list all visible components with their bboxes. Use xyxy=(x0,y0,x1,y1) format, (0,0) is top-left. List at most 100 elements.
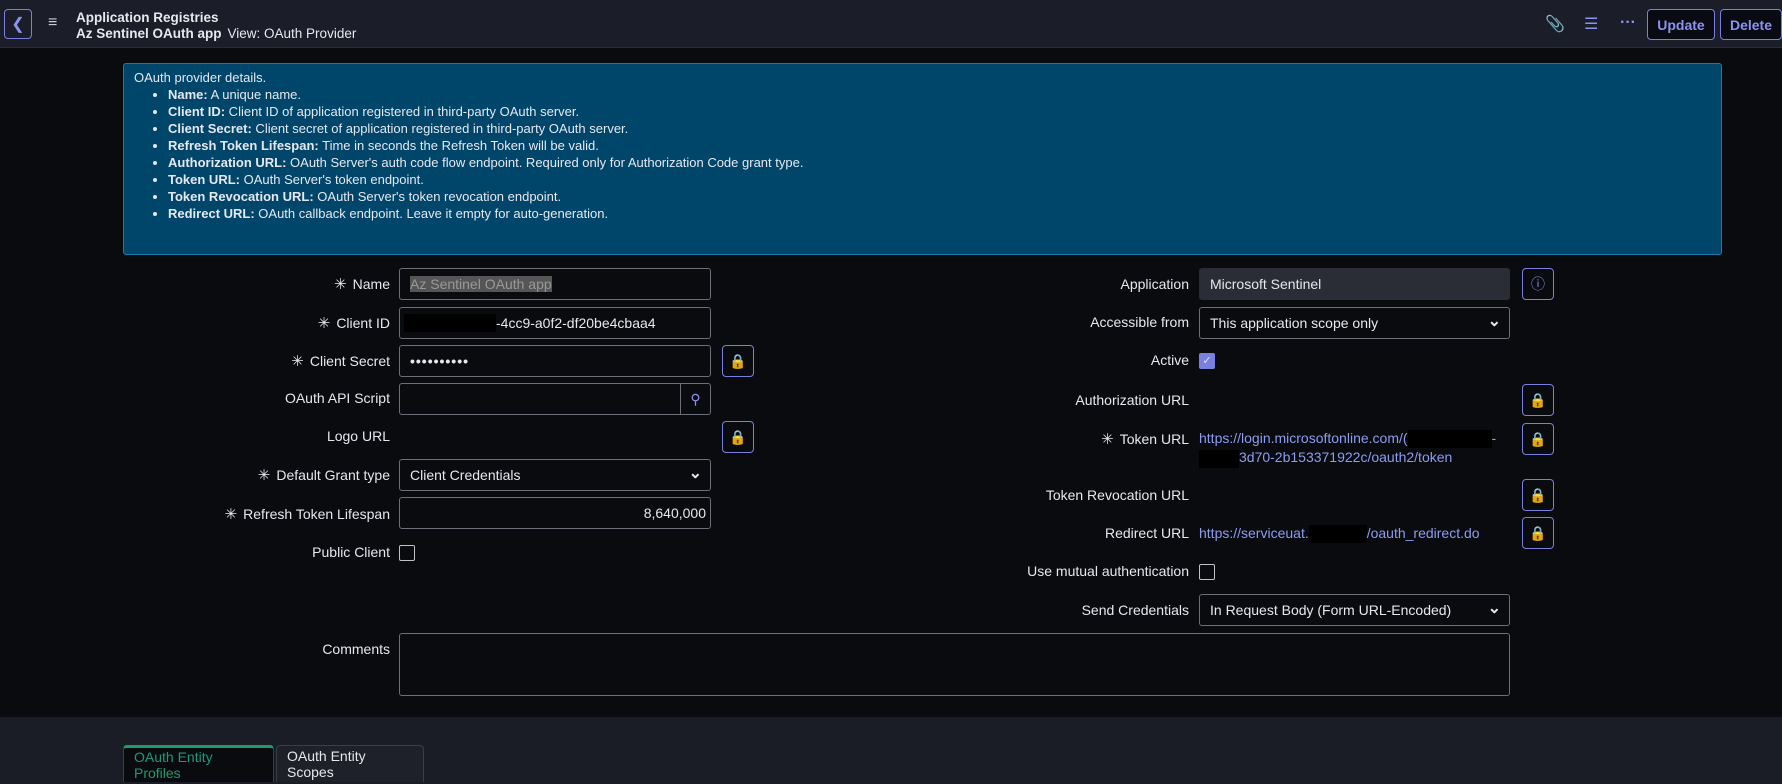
related-lists: OAuth Entity Profiles OAuth Entity Scope… xyxy=(0,717,1782,784)
info-item: Token Revocation URL: OAuth Server's tok… xyxy=(168,188,1711,205)
accessible-from-value: This application scope only xyxy=(1210,315,1379,331)
comments-textarea[interactable] xyxy=(399,633,1510,696)
accessible-from-select[interactable]: This application scope only xyxy=(1199,307,1510,339)
label-text: Name xyxy=(352,276,390,292)
client-id-label: ✳ Client ID xyxy=(150,314,390,332)
info-desc: OAuth callback endpoint. Leave it empty … xyxy=(254,206,609,221)
name-input[interactable]: Az Sentinel OAuth app xyxy=(399,268,711,300)
lock-icon[interactable]: 🔒 xyxy=(1522,517,1554,549)
grant-type-value: Client Credentials xyxy=(410,467,521,483)
refresh-lifespan-input[interactable]: 8,640,000 xyxy=(399,497,711,529)
breadcrumb: Application Registries xyxy=(76,10,219,25)
logo-url-label: Logo URL xyxy=(326,428,390,444)
required-icon: ✳ xyxy=(224,506,238,523)
token-url-text: - xyxy=(1491,430,1497,446)
send-credentials-label: Send Credentials xyxy=(1081,602,1189,618)
hamburger-menu-icon[interactable]: ≡ xyxy=(48,14,57,32)
mutual-auth-label: Use mutual authentication xyxy=(1027,563,1189,579)
update-button[interactable]: Update xyxy=(1647,9,1715,40)
send-credentials-select[interactable]: In Request Body (Form URL-Encoded) xyxy=(1199,594,1510,626)
info-desc: OAuth Server's auth code flow endpoint. … xyxy=(286,155,804,170)
client-id-value: -4cc9-a0f2-df20be4cbaa4 xyxy=(496,315,656,331)
lock-icon[interactable]: 🔒 xyxy=(1522,423,1554,455)
delete-button[interactable]: Delete xyxy=(1720,9,1782,40)
info-icon[interactable]: ⓘ xyxy=(1522,268,1554,300)
accessible-from-label: Accessible from xyxy=(1090,314,1189,330)
required-icon: ✳ xyxy=(334,276,347,293)
info-item: Token URL: OAuth Server's token endpoint… xyxy=(168,171,1711,188)
info-desc: Time in seconds the Refresh Token will b… xyxy=(318,138,599,153)
info-desc: OAuth Server's token revocation endpoint… xyxy=(313,189,562,204)
info-item: Client Secret: Client secret of applicat… xyxy=(168,120,1711,137)
redirect-url-link[interactable]: https://serviceuat. /oauth_redirect.do xyxy=(1199,524,1480,544)
tab-oauth-entity-scopes[interactable]: OAuth Entity Scopes xyxy=(276,745,424,782)
label-text: Refresh Token Lifespan xyxy=(243,506,390,522)
info-term: Client ID: xyxy=(168,104,226,119)
info-desc: A unique name. xyxy=(207,87,301,102)
info-item: Authorization URL: OAuth Server's auth c… xyxy=(168,154,1711,171)
client-secret-input[interactable]: •••••••••• xyxy=(399,345,711,377)
client-secret-label: ✳ Client Secret xyxy=(150,352,390,370)
back-button[interactable]: ❮ xyxy=(4,9,32,39)
api-script-input[interactable] xyxy=(399,383,711,415)
info-item: Name: A unique name. xyxy=(168,86,1711,103)
view-label: View: OAuth Provider xyxy=(227,26,357,41)
label-text: Default Grant type xyxy=(276,467,390,483)
send-credentials-value: In Request Body (Form URL-Encoded) xyxy=(1210,602,1452,618)
name-label: ✳ Name xyxy=(150,275,390,293)
token-url-label: ✳ Token URL xyxy=(900,430,1189,448)
comments-label: Comments xyxy=(322,641,390,657)
info-item: Refresh Token Lifespan: Time in seconds … xyxy=(168,137,1711,154)
lock-icon[interactable]: 🔒 xyxy=(1522,479,1554,511)
redirect-url-text: https://serviceuat. xyxy=(1199,525,1309,541)
token-url-text: 3d70-2b153371922c/oauth2/token xyxy=(1239,449,1453,466)
public-client-label: Public Client xyxy=(312,544,390,560)
info-item: Client ID: Client ID of application regi… xyxy=(168,103,1711,120)
token-revocation-url-label: Token Revocation URL xyxy=(1045,487,1189,503)
record-name: Az Sentinel OAuth app xyxy=(76,26,222,41)
lock-icon[interactable]: 🔒 xyxy=(722,421,754,453)
paperclip-icon[interactable]: 📎 xyxy=(1545,14,1565,34)
redirect-url-label: Redirect URL xyxy=(1104,525,1189,541)
required-icon: ✳ xyxy=(257,467,271,484)
active-checkbox[interactable]: ✓ xyxy=(1199,353,1215,369)
required-icon: ✳ xyxy=(1101,431,1114,448)
application-label: Application xyxy=(1120,276,1190,292)
client-id-input[interactable]: -4cc9-a0f2-df20be4cbaa4 xyxy=(399,307,711,339)
redacted-block xyxy=(1407,430,1492,449)
redacted-block xyxy=(404,314,496,332)
chevron-left-icon: ❮ xyxy=(11,16,25,33)
info-term: Token URL: xyxy=(168,172,240,187)
public-client-checkbox[interactable] xyxy=(399,545,415,561)
info-term: Refresh Token Lifespan: xyxy=(168,138,319,153)
info-desc: OAuth Server's token endpoint. xyxy=(239,172,424,187)
redacted-block xyxy=(1199,449,1239,468)
search-icon[interactable]: ⚲ xyxy=(680,384,710,414)
redirect-url-text: /oauth_redirect.do xyxy=(1366,525,1480,541)
label-text: Token URL xyxy=(1119,431,1189,447)
lock-icon[interactable]: 🔒 xyxy=(1522,384,1554,416)
info-term: Name: xyxy=(168,87,208,102)
lock-icon[interactable]: 🔒 xyxy=(722,345,754,377)
grant-type-select[interactable]: Client Credentials xyxy=(399,459,711,491)
active-label: Active xyxy=(1150,352,1189,368)
mutual-auth-checkbox[interactable] xyxy=(1199,564,1215,580)
form-header: ❮ ≡ Application Registries Az Sentinel O… xyxy=(0,0,1782,48)
more-options-icon[interactable]: ··· xyxy=(1620,14,1636,32)
label-text: Client Secret xyxy=(309,353,390,369)
token-url-text: https://login.microsoftonline.com/( xyxy=(1199,430,1408,446)
info-item: Redirect URL: OAuth callback endpoint. L… xyxy=(168,205,1711,222)
info-intro: OAuth provider details. xyxy=(134,70,267,85)
token-url-link[interactable]: https://login.microsoftonline.com/( - 3d70… xyxy=(1199,429,1509,468)
refresh-lifespan-label: ✳ Refresh Token Lifespan xyxy=(150,505,390,523)
tab-oauth-entity-profiles[interactable]: OAuth Entity Profiles xyxy=(123,745,274,782)
required-icon: ✳ xyxy=(317,315,331,332)
api-script-label: OAuth API Script xyxy=(284,390,390,406)
info-desc: Client ID of application registered in t… xyxy=(225,104,580,119)
label-text: Client ID xyxy=(336,315,390,331)
info-term: Client Secret: xyxy=(168,121,252,136)
name-value: Az Sentinel OAuth app xyxy=(410,276,552,292)
required-icon: ✳ xyxy=(291,353,304,370)
sliders-icon[interactable]: ☰ xyxy=(1584,14,1598,34)
info-message: OAuth provider details. Name: A unique n… xyxy=(123,63,1722,255)
